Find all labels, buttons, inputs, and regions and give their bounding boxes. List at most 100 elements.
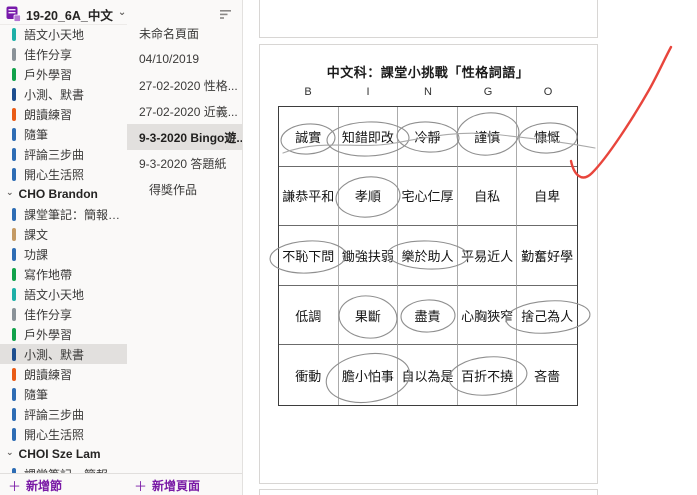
section-label: 隨筆 bbox=[24, 126, 48, 143]
bingo-cell: 鋤強扶弱 bbox=[339, 226, 399, 286]
section-label: 語文小天地 bbox=[24, 26, 84, 43]
sidebar-item-gongke-cho[interactable]: 功課 bbox=[0, 244, 127, 264]
page-title: 9-3-2020 答題紙 bbox=[139, 155, 226, 172]
page-item-datizhi[interactable]: 9-3-2020 答題紙 bbox=[127, 150, 242, 176]
sidebar-item-yuwen-1[interactable]: 語文小天地 bbox=[0, 24, 127, 44]
bingo-cell: 謹慎 bbox=[458, 107, 518, 167]
bingo-header-row: B I N G O bbox=[278, 86, 578, 98]
section-color-bar bbox=[12, 408, 16, 421]
bingo-cell: 慷慨 bbox=[517, 107, 577, 167]
notebook-title: 19-20_6A_中文 bbox=[26, 5, 113, 24]
add-page-label: 新增頁面 bbox=[152, 477, 200, 494]
section-color-bar bbox=[12, 428, 16, 441]
panes-footer: ＋ 新增節 ＋ 新增頁面 bbox=[0, 473, 242, 495]
section-label: 評論三步曲 bbox=[24, 146, 84, 163]
sidebar-item-huwai-1[interactable]: 戶外學習 bbox=[0, 64, 127, 84]
bingo-cell: 自卑 bbox=[517, 167, 577, 227]
bingo-cell: 低調 bbox=[279, 286, 339, 346]
worksheet-title: 中文科：課堂小挑戰「性格詞語」 bbox=[278, 62, 578, 81]
bingo-cell: 宅心仁厚 bbox=[398, 167, 458, 227]
section-color-bar bbox=[12, 388, 16, 401]
section-color-bar bbox=[12, 128, 16, 141]
pages-pane: 未命名頁面 04/10/2019 27-02-2020 性格... 27-02-… bbox=[127, 0, 242, 495]
section-color-bar bbox=[12, 308, 16, 321]
bingo-cell: 謙恭平和 bbox=[279, 167, 339, 227]
bingo-cell: 心胸狹窄 bbox=[458, 286, 518, 346]
section-color-bar bbox=[12, 168, 16, 181]
section-color-bar bbox=[12, 28, 16, 41]
bingo-cell: 吝嗇 bbox=[517, 345, 577, 405]
sidebar-item-jiazuo-cho[interactable]: 佳作分享 bbox=[0, 304, 127, 324]
page-item-27-02-xingge[interactable]: 27-02-2020 性格... bbox=[127, 72, 242, 98]
page-item-untitled[interactable]: 未命名頁面 bbox=[127, 20, 242, 46]
bingo-cell: 果斷 bbox=[339, 286, 399, 346]
section-label: 小測、默書 bbox=[24, 86, 84, 103]
page-item-04-10-2019[interactable]: 04/10/2019 bbox=[127, 46, 242, 72]
section-color-bar bbox=[12, 208, 16, 221]
notebook-switcher[interactable]: 19-20_6A_中文 ⌄ bbox=[6, 5, 126, 23]
bingo-cell: 自以為是 bbox=[398, 345, 458, 405]
section-group-cho-brandon[interactable]: ⌄CHO Brandon bbox=[0, 184, 127, 204]
bingo-cell: 平易近人 bbox=[458, 226, 518, 286]
bingo-cell: 不恥下問 bbox=[279, 226, 339, 286]
section-label: 朗讀練習 bbox=[24, 366, 72, 383]
sidebar-item-langdu-cho[interactable]: 朗讀練習 bbox=[0, 364, 127, 384]
sidebar-item-biji-cho[interactable]: 課堂筆記：簡報、... bbox=[0, 204, 127, 224]
section-label: 開心生活照 bbox=[24, 426, 84, 443]
sidebar-item-huwai-cho[interactable]: 戶外學習 bbox=[0, 324, 127, 344]
sidebar-item-suibi-1[interactable]: 隨筆 bbox=[0, 124, 127, 144]
sidebar-item-biji-choi[interactable]: 課堂筆記、簡報、 bbox=[0, 464, 127, 473]
add-section-button[interactable]: ＋ 新增節 bbox=[8, 474, 62, 495]
sidebar-item-suibi-cho[interactable]: 隨筆 bbox=[0, 384, 127, 404]
sidebar-item-jiazuo-1[interactable]: 佳作分享 bbox=[0, 44, 127, 64]
sidebar-item-xiaoce-1[interactable]: 小測、默書 bbox=[0, 84, 127, 104]
section-label: 課堂筆記、簡報、 bbox=[24, 466, 120, 474]
page-item-bingo-selected[interactable]: 9-3-2020 Bingo遊... bbox=[127, 124, 242, 150]
sidebar-item-kaixin-1[interactable]: 開心生活照 bbox=[0, 164, 127, 184]
page-title: 04/10/2019 bbox=[139, 52, 199, 66]
sidebar-item-pinglun-1[interactable]: 評論三步曲 bbox=[0, 144, 127, 164]
bingo-cell: 知錯即改 bbox=[339, 107, 399, 167]
page-item-dejiang-subpage[interactable]: 得獎作品 bbox=[127, 176, 242, 202]
section-label: 隨筆 bbox=[24, 386, 48, 403]
add-page-button[interactable]: ＋ 新增頁面 bbox=[134, 474, 200, 495]
group-label: CHOI Sze Lam bbox=[19, 447, 101, 461]
add-section-label: 新增節 bbox=[26, 477, 62, 494]
notebook-icon bbox=[6, 6, 21, 22]
section-color-bar bbox=[12, 268, 16, 281]
bingo-cell: 勤奮好學 bbox=[517, 226, 577, 286]
section-label: 評論三步曲 bbox=[24, 406, 84, 423]
chevron-down-icon: ⌄ bbox=[6, 187, 14, 198]
sort-pages-icon[interactable] bbox=[219, 9, 232, 20]
section-color-bar bbox=[12, 88, 16, 101]
content-outline-empty[interactable] bbox=[259, 0, 598, 38]
page-title: 27-02-2020 性格... bbox=[139, 77, 238, 94]
sidebar-item-kaixin-cho[interactable]: 開心生活照 bbox=[0, 424, 127, 444]
bingo-cell: 捨己為人 bbox=[517, 286, 577, 346]
page-item-27-02-jinyi[interactable]: 27-02-2020 近義... bbox=[127, 98, 242, 124]
bingo-cell: 誠實 bbox=[279, 107, 339, 167]
sidebar-item-xiaoce-cho-selected[interactable]: 小測、默書 bbox=[0, 344, 127, 364]
section-color-bar bbox=[12, 108, 16, 121]
plus-icon: ＋ bbox=[8, 476, 21, 495]
bingo-cell: 自私 bbox=[458, 167, 518, 227]
section-label: 小測、默書 bbox=[24, 346, 84, 363]
sidebar-item-yuwen-cho[interactable]: 語文小天地 bbox=[0, 284, 127, 304]
bingo-cell: 百折不撓 bbox=[458, 345, 518, 405]
page-canvas[interactable]: 中文科：課堂小挑戰「性格詞語」 B I N G O 誠實 知錯即改 冷靜 謹慎 … bbox=[242, 0, 697, 495]
chevron-down-icon: ⌄ bbox=[6, 447, 14, 458]
section-list: 語文小天地 佳作分享 戶外學習 小測、默書 朗讀練習 隨筆 評論三步曲 開心生活… bbox=[0, 24, 127, 473]
plus-icon: ＋ bbox=[134, 476, 147, 495]
section-group-choi-sze-lam[interactable]: ⌄ CHOI Sze Lam bbox=[0, 444, 127, 464]
content-outline-bottom[interactable] bbox=[259, 489, 598, 495]
sidebar-item-langdu-1[interactable]: 朗讀練習 bbox=[0, 104, 127, 124]
bingo-cell: 孝順 bbox=[339, 167, 399, 227]
section-label: 戶外學習 bbox=[24, 326, 72, 343]
sidebar-item-xiezuo-cho[interactable]: 寫作地帶 bbox=[0, 264, 127, 284]
bingo-cell: 樂於助人 bbox=[398, 226, 458, 286]
sidebar-item-kewen-cho[interactable]: 課文 bbox=[0, 224, 127, 244]
bingo-cell: 衝動 bbox=[279, 345, 339, 405]
bingo-letter: O bbox=[518, 86, 578, 98]
sidebar-item-pinglun-cho[interactable]: 評論三步曲 bbox=[0, 404, 127, 424]
section-color-bar bbox=[12, 288, 16, 301]
